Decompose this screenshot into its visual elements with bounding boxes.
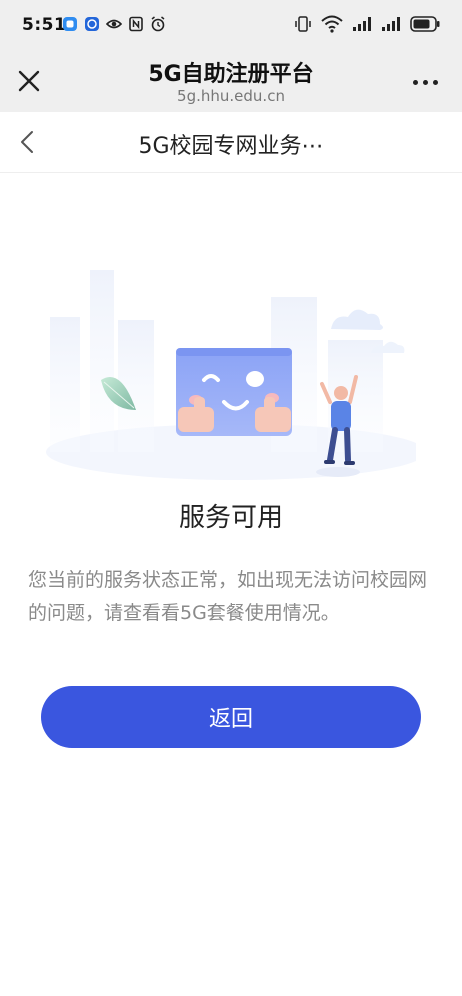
vibrate-icon bbox=[295, 16, 311, 32]
cloud-icon bbox=[331, 309, 383, 330]
more-dot-icon bbox=[432, 79, 438, 85]
more-dot-icon bbox=[412, 79, 418, 85]
nfc-icon bbox=[129, 16, 143, 32]
building-shape bbox=[90, 270, 114, 452]
app-notification-icon-2 bbox=[85, 17, 99, 31]
status-time: 5:51 bbox=[22, 15, 67, 35]
page-header: 5G校园专网业务⋯ bbox=[0, 112, 462, 173]
service-available-illustration bbox=[46, 270, 416, 480]
more-dot-icon bbox=[422, 79, 428, 85]
alarm-icon bbox=[151, 16, 165, 32]
battery-icon bbox=[410, 16, 440, 32]
browser-title: 5G自助注册平台 bbox=[148, 62, 314, 87]
browser-url: 5g.hhu.edu.cn bbox=[177, 87, 285, 105]
status-right-icons bbox=[294, 15, 440, 33]
signal-icon-2 bbox=[382, 17, 400, 31]
browser-bar: 5G自助注册平台 5g.hhu.edu.cn bbox=[0, 52, 462, 112]
status-left-icons bbox=[62, 16, 166, 32]
status-description: 您当前的服务状态正常，如出现无法访问校园网的问题，请查看看5G套餐使用情况。 bbox=[28, 569, 428, 624]
eye-icon bbox=[106, 19, 122, 29]
status-bar: 5:51 bbox=[0, 0, 462, 52]
more-menu-button[interactable] bbox=[410, 74, 440, 90]
signal-icon bbox=[353, 17, 371, 31]
return-button[interactable]: 返回 bbox=[41, 686, 421, 748]
app-notification-icon bbox=[63, 17, 77, 31]
status-heading: 服务可用 bbox=[178, 503, 283, 533]
building-shape bbox=[50, 317, 80, 452]
page-title: 5G校园专网业务⋯ bbox=[138, 134, 324, 159]
wifi-icon bbox=[321, 15, 343, 33]
